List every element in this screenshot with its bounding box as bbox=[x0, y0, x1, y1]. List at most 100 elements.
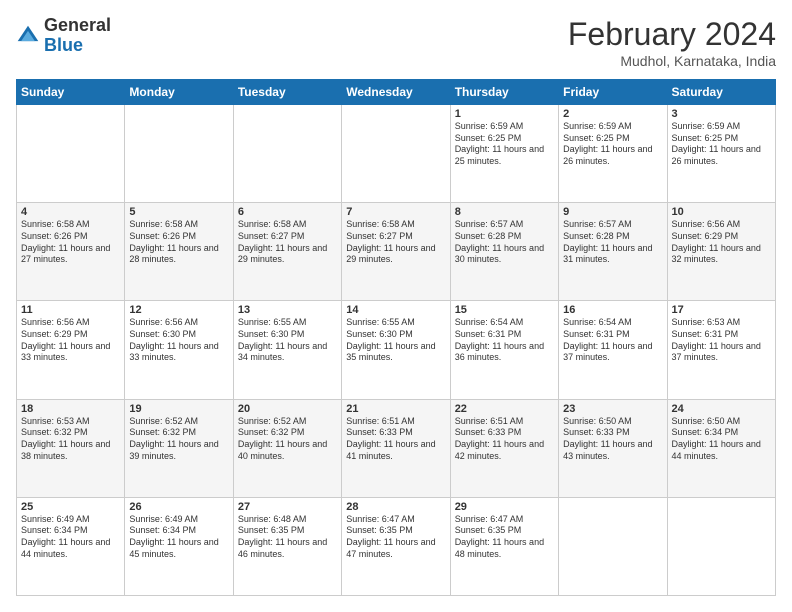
weekday-header: Tuesday bbox=[233, 80, 341, 105]
subtitle: Mudhol, Karnataka, India bbox=[568, 53, 776, 69]
weekday-header: Thursday bbox=[450, 80, 558, 105]
day-info: Sunrise: 6:59 AM Sunset: 6:25 PM Dayligh… bbox=[455, 121, 554, 168]
day-info: Sunrise: 6:53 AM Sunset: 6:32 PM Dayligh… bbox=[21, 416, 120, 463]
day-number: 23 bbox=[563, 403, 662, 415]
calendar-cell: 4Sunrise: 6:58 AM Sunset: 6:26 PM Daylig… bbox=[17, 203, 125, 301]
page: General Blue February 2024 Mudhol, Karna… bbox=[0, 0, 792, 612]
calendar-cell: 12Sunrise: 6:56 AM Sunset: 6:30 PM Dayli… bbox=[125, 301, 233, 399]
calendar-cell: 3Sunrise: 6:59 AM Sunset: 6:25 PM Daylig… bbox=[667, 105, 775, 203]
day-number: 2 bbox=[563, 108, 662, 120]
day-number: 10 bbox=[672, 206, 771, 218]
day-number: 3 bbox=[672, 108, 771, 120]
calendar-cell: 11Sunrise: 6:56 AM Sunset: 6:29 PM Dayli… bbox=[17, 301, 125, 399]
day-info: Sunrise: 6:53 AM Sunset: 6:31 PM Dayligh… bbox=[672, 317, 771, 364]
calendar-cell: 25Sunrise: 6:49 AM Sunset: 6:34 PM Dayli… bbox=[17, 497, 125, 595]
calendar-cell: 20Sunrise: 6:52 AM Sunset: 6:32 PM Dayli… bbox=[233, 399, 341, 497]
logo-text: General Blue bbox=[44, 16, 111, 56]
day-info: Sunrise: 6:59 AM Sunset: 6:25 PM Dayligh… bbox=[672, 121, 771, 168]
day-info: Sunrise: 6:51 AM Sunset: 6:33 PM Dayligh… bbox=[346, 416, 445, 463]
calendar-cell: 10Sunrise: 6:56 AM Sunset: 6:29 PM Dayli… bbox=[667, 203, 775, 301]
calendar-cell bbox=[667, 497, 775, 595]
day-info: Sunrise: 6:58 AM Sunset: 6:26 PM Dayligh… bbox=[21, 219, 120, 266]
day-info: Sunrise: 6:56 AM Sunset: 6:29 PM Dayligh… bbox=[672, 219, 771, 266]
day-number: 11 bbox=[21, 304, 120, 316]
title-block: February 2024 Mudhol, Karnataka, India bbox=[568, 16, 776, 69]
calendar-cell: 16Sunrise: 6:54 AM Sunset: 6:31 PM Dayli… bbox=[559, 301, 667, 399]
calendar-cell: 17Sunrise: 6:53 AM Sunset: 6:31 PM Dayli… bbox=[667, 301, 775, 399]
day-number: 29 bbox=[455, 501, 554, 513]
calendar-cell: 15Sunrise: 6:54 AM Sunset: 6:31 PM Dayli… bbox=[450, 301, 558, 399]
calendar-header-row: SundayMondayTuesdayWednesdayThursdayFrid… bbox=[17, 80, 776, 105]
logo: General Blue bbox=[16, 16, 111, 56]
day-info: Sunrise: 6:47 AM Sunset: 6:35 PM Dayligh… bbox=[346, 514, 445, 561]
logo-icon bbox=[16, 24, 40, 48]
day-info: Sunrise: 6:56 AM Sunset: 6:29 PM Dayligh… bbox=[21, 317, 120, 364]
day-info: Sunrise: 6:55 AM Sunset: 6:30 PM Dayligh… bbox=[238, 317, 337, 364]
day-info: Sunrise: 6:58 AM Sunset: 6:27 PM Dayligh… bbox=[346, 219, 445, 266]
day-number: 27 bbox=[238, 501, 337, 513]
logo-general: General bbox=[44, 15, 111, 35]
day-number: 12 bbox=[129, 304, 228, 316]
day-info: Sunrise: 6:57 AM Sunset: 6:28 PM Dayligh… bbox=[563, 219, 662, 266]
day-info: Sunrise: 6:54 AM Sunset: 6:31 PM Dayligh… bbox=[455, 317, 554, 364]
calendar-cell: 18Sunrise: 6:53 AM Sunset: 6:32 PM Dayli… bbox=[17, 399, 125, 497]
calendar-week-row: 11Sunrise: 6:56 AM Sunset: 6:29 PM Dayli… bbox=[17, 301, 776, 399]
calendar-cell: 24Sunrise: 6:50 AM Sunset: 6:34 PM Dayli… bbox=[667, 399, 775, 497]
calendar-week-row: 18Sunrise: 6:53 AM Sunset: 6:32 PM Dayli… bbox=[17, 399, 776, 497]
day-number: 17 bbox=[672, 304, 771, 316]
calendar-week-row: 25Sunrise: 6:49 AM Sunset: 6:34 PM Dayli… bbox=[17, 497, 776, 595]
calendar-cell bbox=[342, 105, 450, 203]
weekday-header: Monday bbox=[125, 80, 233, 105]
calendar-cell: 9Sunrise: 6:57 AM Sunset: 6:28 PM Daylig… bbox=[559, 203, 667, 301]
day-info: Sunrise: 6:56 AM Sunset: 6:30 PM Dayligh… bbox=[129, 317, 228, 364]
day-number: 4 bbox=[21, 206, 120, 218]
calendar-cell: 1Sunrise: 6:59 AM Sunset: 6:25 PM Daylig… bbox=[450, 105, 558, 203]
day-number: 28 bbox=[346, 501, 445, 513]
day-number: 19 bbox=[129, 403, 228, 415]
calendar-week-row: 4Sunrise: 6:58 AM Sunset: 6:26 PM Daylig… bbox=[17, 203, 776, 301]
calendar-cell: 22Sunrise: 6:51 AM Sunset: 6:33 PM Dayli… bbox=[450, 399, 558, 497]
calendar-week-row: 1Sunrise: 6:59 AM Sunset: 6:25 PM Daylig… bbox=[17, 105, 776, 203]
day-info: Sunrise: 6:49 AM Sunset: 6:34 PM Dayligh… bbox=[129, 514, 228, 561]
day-info: Sunrise: 6:58 AM Sunset: 6:27 PM Dayligh… bbox=[238, 219, 337, 266]
calendar-cell: 13Sunrise: 6:55 AM Sunset: 6:30 PM Dayli… bbox=[233, 301, 341, 399]
calendar-cell: 14Sunrise: 6:55 AM Sunset: 6:30 PM Dayli… bbox=[342, 301, 450, 399]
calendar-cell: 28Sunrise: 6:47 AM Sunset: 6:35 PM Dayli… bbox=[342, 497, 450, 595]
calendar-cell: 6Sunrise: 6:58 AM Sunset: 6:27 PM Daylig… bbox=[233, 203, 341, 301]
calendar-cell: 29Sunrise: 6:47 AM Sunset: 6:35 PM Dayli… bbox=[450, 497, 558, 595]
calendar-cell: 7Sunrise: 6:58 AM Sunset: 6:27 PM Daylig… bbox=[342, 203, 450, 301]
calendar-cell bbox=[559, 497, 667, 595]
calendar-cell: 8Sunrise: 6:57 AM Sunset: 6:28 PM Daylig… bbox=[450, 203, 558, 301]
day-number: 16 bbox=[563, 304, 662, 316]
day-info: Sunrise: 6:51 AM Sunset: 6:33 PM Dayligh… bbox=[455, 416, 554, 463]
day-info: Sunrise: 6:57 AM Sunset: 6:28 PM Dayligh… bbox=[455, 219, 554, 266]
day-number: 9 bbox=[563, 206, 662, 218]
day-info: Sunrise: 6:50 AM Sunset: 6:34 PM Dayligh… bbox=[672, 416, 771, 463]
day-number: 15 bbox=[455, 304, 554, 316]
calendar-cell: 5Sunrise: 6:58 AM Sunset: 6:26 PM Daylig… bbox=[125, 203, 233, 301]
day-number: 5 bbox=[129, 206, 228, 218]
calendar-cell: 2Sunrise: 6:59 AM Sunset: 6:25 PM Daylig… bbox=[559, 105, 667, 203]
day-number: 24 bbox=[672, 403, 771, 415]
weekday-header: Wednesday bbox=[342, 80, 450, 105]
day-info: Sunrise: 6:47 AM Sunset: 6:35 PM Dayligh… bbox=[455, 514, 554, 561]
day-number: 21 bbox=[346, 403, 445, 415]
weekday-header: Saturday bbox=[667, 80, 775, 105]
weekday-header: Friday bbox=[559, 80, 667, 105]
day-info: Sunrise: 6:55 AM Sunset: 6:30 PM Dayligh… bbox=[346, 317, 445, 364]
day-number: 6 bbox=[238, 206, 337, 218]
day-number: 7 bbox=[346, 206, 445, 218]
day-number: 18 bbox=[21, 403, 120, 415]
calendar-cell: 27Sunrise: 6:48 AM Sunset: 6:35 PM Dayli… bbox=[233, 497, 341, 595]
logo-blue: Blue bbox=[44, 35, 83, 55]
main-title: February 2024 bbox=[568, 16, 776, 53]
day-info: Sunrise: 6:54 AM Sunset: 6:31 PM Dayligh… bbox=[563, 317, 662, 364]
calendar-cell bbox=[233, 105, 341, 203]
day-info: Sunrise: 6:52 AM Sunset: 6:32 PM Dayligh… bbox=[129, 416, 228, 463]
day-number: 8 bbox=[455, 206, 554, 218]
day-info: Sunrise: 6:50 AM Sunset: 6:33 PM Dayligh… bbox=[563, 416, 662, 463]
day-number: 20 bbox=[238, 403, 337, 415]
calendar-cell: 19Sunrise: 6:52 AM Sunset: 6:32 PM Dayli… bbox=[125, 399, 233, 497]
day-number: 13 bbox=[238, 304, 337, 316]
day-info: Sunrise: 6:58 AM Sunset: 6:26 PM Dayligh… bbox=[129, 219, 228, 266]
